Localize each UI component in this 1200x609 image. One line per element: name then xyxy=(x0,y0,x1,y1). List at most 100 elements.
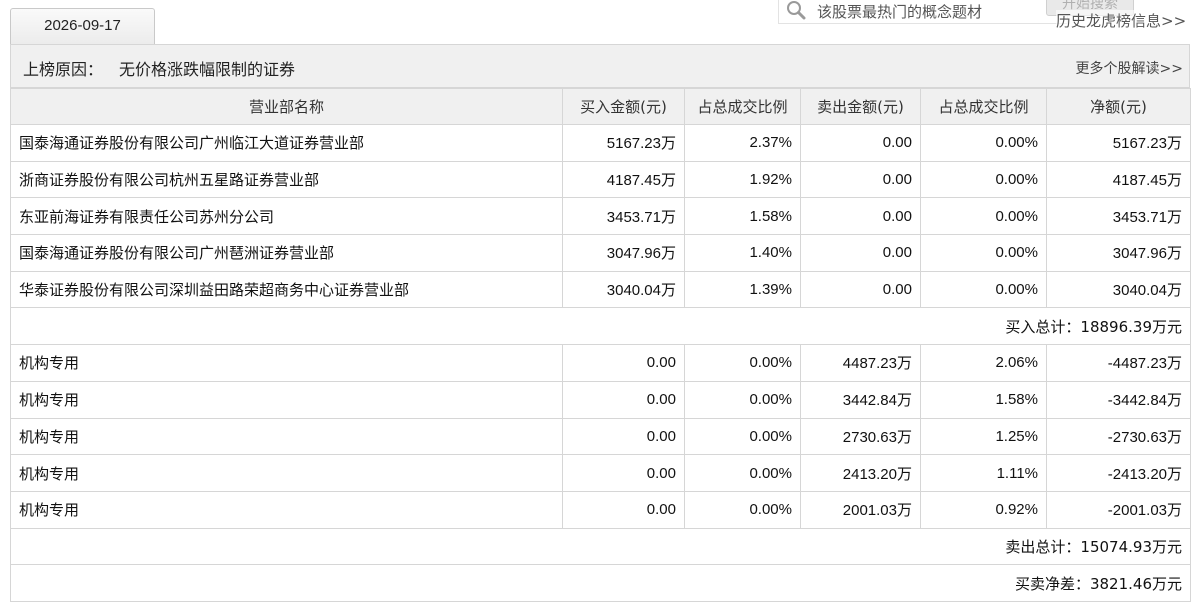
buy-total-row: 买入总计：18896.39万元 xyxy=(10,307,1191,346)
branch-name: 东亚前海证券有限责任公司苏州分公司 xyxy=(10,197,563,236)
net-amount: -4487.23万 xyxy=(1046,344,1191,382)
table-header-row: 营业部名称 买入金额(元) 占总成交比例 卖出金额(元) 占总成交比例 净额(元… xyxy=(10,88,1191,125)
buy-ratio: 0.00% xyxy=(684,417,801,456)
reason-label: 上榜原因： xyxy=(23,60,104,79)
net-amount: -2413.20万 xyxy=(1046,454,1191,492)
buy-ratio: 1.39% xyxy=(684,270,801,309)
header-buy-ratio: 占总成交比例 xyxy=(684,88,801,125)
branch-name: 国泰海通证券股份有限公司广州临江大道证券营业部 xyxy=(10,124,563,162)
sell-ratio: 0.92% xyxy=(920,490,1047,529)
net-amount: -2730.63万 xyxy=(1046,417,1191,456)
sell-amount: 0.00 xyxy=(800,160,921,199)
net-diff: 买卖净差：3821.46万元 xyxy=(10,564,1191,602)
dragon-tiger-table: 营业部名称 买入金额(元) 占总成交比例 卖出金额(元) 占总成交比例 净额(元… xyxy=(10,88,1191,602)
table-row: 东亚前海证券有限责任公司苏州分公司 3453.71万 1.58% 0.00 0.… xyxy=(10,197,1191,236)
buy-ratio: 1.92% xyxy=(684,160,801,199)
sell-amount: 2413.20万 xyxy=(800,454,921,492)
sell-ratio: 0.00% xyxy=(920,124,1047,162)
history-link[interactable]: 历史龙虎榜信息>> xyxy=(1056,10,1187,31)
branch-name: 机构专用 xyxy=(10,380,563,419)
buy-amount: 4187.45万 xyxy=(562,160,685,199)
sell-ratio: 1.11% xyxy=(920,454,1047,492)
branch-name: 机构专用 xyxy=(10,454,563,492)
branch-name: 浙商证券股份有限公司杭州五星路证券营业部 xyxy=(10,160,563,199)
buy-total: 买入总计：18896.39万元 xyxy=(10,307,1191,346)
buy-ratio: 0.00% xyxy=(684,490,801,529)
table-row: 机构专用 0.00 0.00% 4487.23万 2.06% -4487.23万 xyxy=(10,344,1191,382)
net-amount: -3442.84万 xyxy=(1046,380,1191,419)
buy-total-value: 18896.39万元 xyxy=(1080,317,1182,336)
table-row: 华泰证券股份有限公司深圳益田路荣超商务中心证券营业部 3040.04万 1.39… xyxy=(10,270,1191,309)
sell-amount: 2001.03万 xyxy=(800,490,921,529)
buy-amount: 3040.04万 xyxy=(562,270,685,309)
header-branch-name: 营业部名称 xyxy=(10,88,563,125)
buy-amount: 0.00 xyxy=(562,380,685,419)
top-bar: 2026-09-17 该股票最热门的概念题材 开始搜索 历史龙虎榜信息>> xyxy=(0,0,1200,44)
header-buy-amount: 买入金额(元) xyxy=(562,88,685,125)
branch-name: 国泰海通证券股份有限公司广州琶洲证券营业部 xyxy=(10,234,563,272)
search-placeholder: 该股票最热门的概念题材 xyxy=(817,3,983,21)
net-amount: 3047.96万 xyxy=(1046,234,1191,272)
sell-total: 卖出总计：15074.93万元 xyxy=(10,527,1191,566)
buy-ratio: 2.37% xyxy=(684,124,801,162)
buy-amount: 0.00 xyxy=(562,417,685,456)
sell-amount: 0.00 xyxy=(800,124,921,162)
sell-ratio: 0.00% xyxy=(920,234,1047,272)
buy-amount: 0.00 xyxy=(562,454,685,492)
sell-ratio: 1.25% xyxy=(920,417,1047,456)
table-row: 机构专用 0.00 0.00% 3442.84万 1.58% -3442.84万 xyxy=(10,380,1191,419)
buy-ratio: 0.00% xyxy=(684,380,801,419)
buy-ratio: 1.58% xyxy=(684,197,801,236)
sell-amount: 4487.23万 xyxy=(800,344,921,382)
sell-ratio: 2.06% xyxy=(920,344,1047,382)
table-row: 机构专用 0.00 0.00% 2730.63万 1.25% -2730.63万 xyxy=(10,417,1191,456)
buy-ratio: 1.40% xyxy=(684,234,801,272)
table-row: 国泰海通证券股份有限公司广州琶洲证券营业部 3047.96万 1.40% 0.0… xyxy=(10,234,1191,272)
header-net-amount: 净额(元) xyxy=(1046,88,1191,125)
sell-total-row: 卖出总计：15074.93万元 xyxy=(10,527,1191,566)
table-row: 机构专用 0.00 0.00% 2001.03万 0.92% -2001.03万 xyxy=(10,490,1191,529)
table-row: 国泰海通证券股份有限公司广州临江大道证券营业部 5167.23万 2.37% 0… xyxy=(10,124,1191,162)
branch-name: 机构专用 xyxy=(10,417,563,456)
buy-ratio: 0.00% xyxy=(684,344,801,382)
sell-amount: 3442.84万 xyxy=(800,380,921,419)
branch-name: 机构专用 xyxy=(10,490,563,529)
net-diff-row: 买卖净差：3821.46万元 xyxy=(10,564,1191,602)
date-tab[interactable]: 2026-09-17 xyxy=(10,8,155,44)
buy-amount: 0.00 xyxy=(562,490,685,529)
net-amount: -2001.03万 xyxy=(1046,490,1191,529)
table-row: 机构专用 0.00 0.00% 2413.20万 1.11% -2413.20万 xyxy=(10,454,1191,492)
sell-amount: 0.00 xyxy=(800,197,921,236)
net-amount: 3453.71万 xyxy=(1046,197,1191,236)
header-sell-amount: 卖出金额(元) xyxy=(800,88,921,125)
branch-name: 华泰证券股份有限公司深圳益田路荣超商务中心证券营业部 xyxy=(10,270,563,309)
table-row: 浙商证券股份有限公司杭州五星路证券营业部 4187.45万 1.92% 0.00… xyxy=(10,160,1191,199)
net-amount: 3040.04万 xyxy=(1046,270,1191,309)
buy-amount: 5167.23万 xyxy=(562,124,685,162)
net-diff-label: 买卖净差： xyxy=(1014,574,1090,593)
sell-ratio: 0.00% xyxy=(920,270,1047,309)
sell-amount: 0.00 xyxy=(800,234,921,272)
sell-amount: 0.00 xyxy=(800,270,921,309)
sell-total-value: 15074.93万元 xyxy=(1080,537,1182,556)
buy-amount: 0.00 xyxy=(562,344,685,382)
search-input[interactable]: 该股票最热门的概念题材 xyxy=(778,0,1068,24)
net-amount: 5167.23万 xyxy=(1046,124,1191,162)
net-diff-value: 3821.46万元 xyxy=(1089,574,1182,593)
sell-ratio: 0.00% xyxy=(920,160,1047,199)
sell-total-label: 卖出总计： xyxy=(1005,537,1081,556)
sell-amount: 2730.63万 xyxy=(800,417,921,456)
reason-text: 无价格涨跌幅限制的证券 xyxy=(119,60,296,79)
more-analysis-link[interactable]: 更多个股解读>> xyxy=(1076,58,1183,78)
net-amount: 4187.45万 xyxy=(1046,160,1191,199)
buy-amount: 3453.71万 xyxy=(562,197,685,236)
reason-bar: 上榜原因： 无价格涨跌幅限制的证券 更多个股解读>> xyxy=(10,44,1190,88)
buy-total-label: 买入总计： xyxy=(1005,317,1081,336)
search-icon xyxy=(787,1,806,20)
buy-amount: 3047.96万 xyxy=(562,234,685,272)
header-sell-ratio: 占总成交比例 xyxy=(920,88,1047,125)
buy-ratio: 0.00% xyxy=(684,454,801,492)
branch-name: 机构专用 xyxy=(10,344,563,382)
sell-ratio: 0.00% xyxy=(920,197,1047,236)
sell-ratio: 1.58% xyxy=(920,380,1047,419)
